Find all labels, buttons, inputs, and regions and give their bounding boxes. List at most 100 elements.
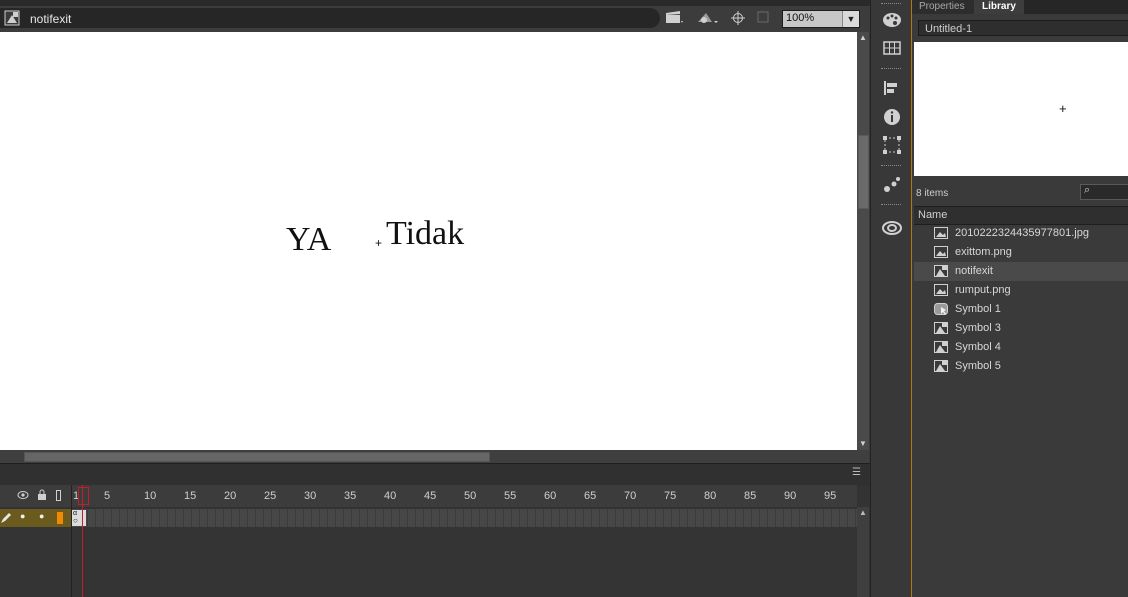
layer-divider: [71, 485, 72, 597]
scrollbar-thumb[interactable]: [24, 452, 490, 462]
library-item-count: 8 items: [916, 188, 949, 199]
library-item-label: Symbol 3: [955, 322, 1001, 334]
panel-dock-strip: [870, 0, 912, 597]
layer-frames[interactable]: [72, 509, 857, 527]
frame-number: 95: [824, 490, 837, 502]
clapper-icon[interactable]: [665, 10, 683, 26]
library-item-selected[interactable]: notifexit: [914, 262, 1128, 281]
bitmap-icon: [934, 284, 948, 296]
dock-grip[interactable]: [881, 68, 901, 71]
panel-menu-icon[interactable]: ☰: [852, 468, 862, 478]
library-item-label: Symbol 1: [955, 303, 1001, 315]
lock-dot[interactable]: ●: [39, 511, 44, 521]
bitmap-icon: [934, 227, 948, 239]
timeline-empty-area[interactable]: [0, 527, 857, 597]
clip-icon[interactable]: [754, 10, 772, 26]
library-item[interactable]: Symbol 4: [914, 338, 1128, 357]
scrollbar-thumb[interactable]: [858, 135, 869, 209]
search-icon: ⌕: [1084, 184, 1091, 196]
dock-grip[interactable]: [881, 204, 901, 207]
playhead-marker[interactable]: [78, 487, 89, 505]
button-symbol-icon: [934, 303, 948, 315]
scene-breadcrumb: [0, 8, 660, 28]
align-icon[interactable]: [881, 78, 903, 98]
frame-number: 50: [464, 490, 477, 502]
scroll-down-icon[interactable]: ▼: [857, 438, 869, 450]
library-item-label: Symbol 4: [955, 341, 1001, 353]
movieclip-icon: [934, 360, 948, 372]
movieclip-icon: [934, 265, 948, 277]
frame-number: 30: [304, 490, 317, 502]
frame-number: 45: [424, 490, 437, 502]
frame-number: 70: [624, 490, 637, 502]
dock-grip[interactable]: [881, 3, 901, 6]
frame-number: 25: [264, 490, 277, 502]
lock-icon[interactable]: [37, 489, 47, 501]
frame-number: 15: [184, 490, 197, 502]
library-item-label: Symbol 5: [955, 360, 1001, 372]
bitmap-icon: [934, 246, 948, 258]
library-item-label: 2010222324435977801.jpg: [955, 227, 1089, 239]
edit-bar: notifexit 100% ▼: [0, 0, 870, 34]
visibility-dot[interactable]: ●: [20, 511, 25, 521]
layer-color-swatch[interactable]: [57, 512, 63, 524]
eye-icon[interactable]: [17, 490, 29, 500]
stage-vertical-scrollbar[interactable]: ▲ ▼: [857, 32, 869, 450]
keyframe-dot: ○: [73, 516, 78, 525]
zoom-select[interactable]: 100% ▼: [782, 10, 860, 28]
stage-horizontal-scrollbar[interactable]: [0, 450, 869, 463]
creative-cloud-icon[interactable]: [881, 217, 903, 237]
keyframe[interactable]: α ○: [72, 510, 86, 526]
library-item-label: rumput.png: [955, 284, 1011, 296]
library-item-label: exittom.png: [955, 246, 1012, 258]
tab-properties[interactable]: Properties: [912, 0, 974, 14]
frame-number: 90: [784, 490, 797, 502]
movieclip-icon: [934, 341, 948, 353]
info-icon[interactable]: [881, 107, 903, 127]
timeline-vertical-scrollbar[interactable]: ▲: [857, 507, 869, 597]
library-preview: +: [914, 42, 1128, 176]
transform-icon[interactable]: [881, 135, 903, 155]
edit-bar-top-strip: [0, 0, 870, 6]
library-item[interactable]: rumput.png: [914, 281, 1128, 300]
timeline-panel: ☰ 1 5 10 15 20 25 30 35 40 45 50 55 60 6…: [0, 463, 870, 597]
dock-grip[interactable]: [881, 165, 901, 168]
stage[interactable]: YA + Tidak: [0, 32, 857, 450]
outline-icon[interactable]: [56, 490, 62, 501]
frame-number: 60: [544, 490, 557, 502]
layer-row[interactable]: ● ●: [0, 509, 72, 527]
frame-number: 10: [144, 490, 157, 502]
grid-icon[interactable]: [881, 38, 903, 58]
frame-number: 35: [344, 490, 357, 502]
library-item[interactable]: exittom.png: [914, 243, 1128, 262]
library-item[interactable]: Symbol 1: [914, 300, 1128, 319]
color-palette-icon[interactable]: [881, 10, 903, 30]
scroll-up-icon[interactable]: ▲: [857, 32, 869, 44]
movieclip-icon[interactable]: [4, 10, 20, 26]
registration-mark: +: [375, 236, 383, 250]
center-stage-icon[interactable]: [729, 10, 747, 26]
column-header-name[interactable]: Name: [914, 206, 1128, 225]
scroll-up-icon[interactable]: ▲: [859, 508, 867, 517]
symbol-edit-icon[interactable]: [696, 10, 718, 26]
stage-label-ya[interactable]: YA: [286, 221, 331, 259]
frame-number: 5: [104, 490, 111, 502]
tab-library[interactable]: Library: [974, 0, 1024, 14]
library-item[interactable]: 2010222324435977801.jpg: [914, 224, 1128, 243]
scene-name[interactable]: notifexit: [30, 12, 71, 26]
chevron-down-icon[interactable]: ▼: [842, 11, 859, 27]
stage-label-tidak[interactable]: Tidak: [386, 215, 464, 253]
frame-number: 85: [744, 490, 757, 502]
library-search-input[interactable]: ⌕: [1080, 184, 1128, 200]
column-label: Name: [918, 209, 948, 221]
movieclip-icon: [934, 322, 948, 334]
tab-bar-filler: [1024, 0, 1128, 14]
library-panel: Properties Library Untitled-1 + 8 items …: [911, 0, 1128, 597]
library-item[interactable]: Symbol 5: [914, 357, 1128, 376]
frame-number: 80: [704, 490, 717, 502]
library-document-select[interactable]: Untitled-1: [918, 20, 1128, 36]
share-icon[interactable]: [881, 175, 903, 195]
library-item-label: notifexit: [955, 265, 993, 277]
frame-number: 55: [504, 490, 517, 502]
library-item[interactable]: Symbol 3: [914, 319, 1128, 338]
